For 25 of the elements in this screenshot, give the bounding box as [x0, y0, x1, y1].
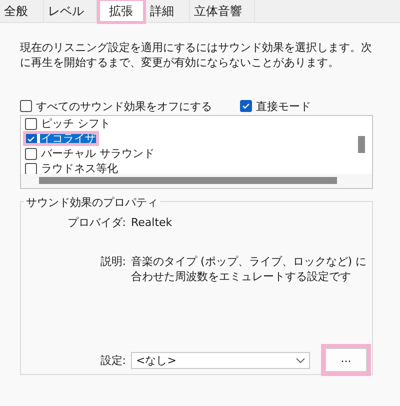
setting-dropdown[interactable]: <なし>	[131, 352, 310, 368]
checkbox[interactable]	[25, 148, 37, 160]
provider-value: Realtek	[131, 215, 174, 230]
checkbox[interactable]	[25, 162, 37, 174]
setting-label: 設定:	[99, 352, 126, 368]
option-label: すべてのサウンド効果をオフにする	[36, 98, 212, 114]
description-label: 説明:	[99, 254, 126, 270]
effect-item[interactable]: バーチャル サラウンド	[23, 146, 158, 161]
provider-label: プロバイダ:	[66, 215, 126, 230]
checkbox[interactable]	[240, 100, 252, 112]
option-label: 直接モード	[256, 98, 311, 114]
scrollbar-thumb[interactable]	[358, 136, 365, 153]
checkbox[interactable]	[25, 132, 37, 144]
checkbox[interactable]	[25, 118, 37, 130]
tab[interactable]: 拡張	[97, 0, 146, 24]
group-title: サウンド効果のプロパティ	[24, 195, 160, 210]
scrollbar-thumb[interactable]	[39, 177, 337, 184]
checkbox[interactable]	[20, 100, 32, 112]
checkmark-icon	[242, 102, 250, 110]
description-text: 音楽のタイプ (ポップ、ライブ、ロックなど) に合わせた周波数をエミュレートする設定です	[131, 254, 368, 284]
horizontal-scrollbar[interactable]	[21, 174, 372, 188]
chevron-icon	[296, 358, 305, 362]
checkmark-icon	[27, 134, 35, 142]
effect-item[interactable]: ピッチ シフト	[23, 116, 114, 131]
intro-text: 現在のリスニング設定を適用にするにはサウンド効果を選択します。次に再生を開始するまで、変更が有効にならないことがあります。	[20, 40, 373, 70]
